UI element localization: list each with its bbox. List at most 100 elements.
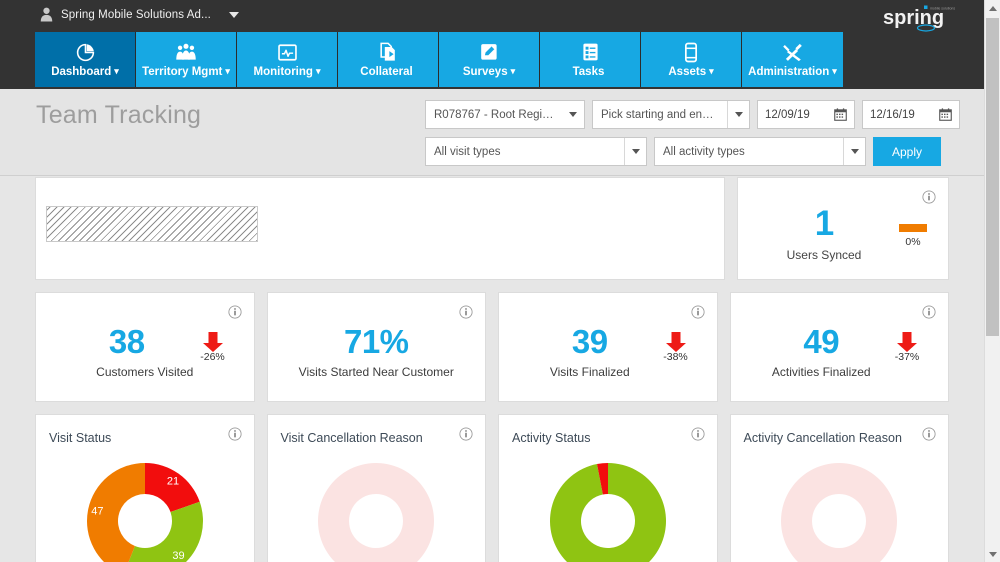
apply-button[interactable]: Apply bbox=[873, 137, 941, 166]
info-icon[interactable] bbox=[227, 305, 242, 319]
info-icon[interactable] bbox=[922, 305, 936, 319]
date-range-select[interactable]: Pick starting and ending d... bbox=[592, 100, 750, 129]
kpi-delta: -38% bbox=[663, 351, 688, 363]
chart-card-visit-status: Visit Status 21 39 47 bbox=[35, 414, 255, 562]
flat-trend-icon bbox=[899, 224, 927, 232]
info-icon[interactable] bbox=[227, 427, 242, 441]
nav-tab-assets[interactable]: Assets ▾ bbox=[641, 32, 742, 87]
nav-tab-surveys[interactable]: Surveys ▾ bbox=[439, 32, 540, 87]
svg-text:mobile solutions: mobile solutions bbox=[930, 7, 955, 11]
kpi-card-visits-finalized: 39 Visits Finalized -38% bbox=[498, 292, 718, 402]
users-synced-card: 1 Users Synced 0% bbox=[737, 177, 949, 280]
donut-chart: 48 bbox=[499, 459, 717, 562]
users-synced-delta: 0% bbox=[905, 236, 921, 248]
donut-chart bbox=[268, 459, 486, 562]
nav-tab-collateral[interactable]: Collateral bbox=[338, 32, 439, 87]
page-header: Team Tracking R078767 - Root Region > ..… bbox=[0, 89, 984, 176]
activity-types-select-value: All activity types bbox=[663, 145, 745, 158]
chart-title: Visit Status bbox=[49, 431, 112, 445]
calendar-icon[interactable] bbox=[834, 108, 847, 121]
donut-slice-label: 47 bbox=[91, 506, 103, 518]
nav-tab-territory-mgmt[interactable]: Territory Mgmt ▾ bbox=[136, 32, 237, 87]
dashboard-content: 1 Users Synced 0% 38 Customers Visited -… bbox=[0, 177, 984, 562]
people-icon bbox=[175, 42, 197, 63]
kpi-label: Visits Started Near Customer bbox=[298, 365, 454, 379]
kpi-label: Visits Finalized bbox=[549, 365, 630, 379]
end-date-value: 12/16/19 bbox=[870, 108, 915, 121]
activity-types-select[interactable]: All activity types bbox=[654, 137, 866, 166]
kpi-card-customers-visited: 38 Customers Visited -26% bbox=[35, 292, 255, 402]
info-icon[interactable] bbox=[690, 427, 705, 441]
nav-tab-label: Dashboard ▾ bbox=[51, 65, 119, 78]
start-date-input[interactable]: 12/09/19 bbox=[757, 100, 855, 129]
donut-chart: 21 39 47 bbox=[36, 459, 254, 562]
tools-icon bbox=[782, 42, 804, 63]
documents-icon bbox=[378, 42, 398, 63]
users-synced-label: Users Synced bbox=[786, 248, 862, 262]
map-placeholder-card bbox=[35, 177, 725, 280]
donut-slice[interactable] bbox=[123, 501, 203, 562]
region-select-value: R078767 - Root Region > ... bbox=[434, 108, 562, 121]
trend-down-arrow-icon bbox=[202, 332, 223, 352]
content-row-2: 38 Customers Visited -26% 71% Visits Sta… bbox=[35, 292, 949, 402]
nav-tab-tasks[interactable]: Tasks bbox=[540, 32, 641, 87]
visit-types-select-value: All visit types bbox=[434, 145, 501, 158]
nav-tab-label: Monitoring ▾ bbox=[253, 65, 321, 78]
chevron-down-icon bbox=[843, 138, 865, 165]
info-icon[interactable] bbox=[922, 190, 936, 204]
info-icon[interactable] bbox=[459, 305, 473, 319]
visit-types-select[interactable]: All visit types bbox=[425, 137, 647, 166]
chevron-down-icon[interactable] bbox=[228, 11, 239, 18]
chart-card-visit-cancellation-reason: Visit Cancellation Reason bbox=[266, 414, 486, 562]
pie-chart-icon bbox=[75, 42, 96, 63]
scroll-down-arrow-icon[interactable] bbox=[985, 546, 1000, 562]
donut-slice[interactable] bbox=[318, 463, 435, 562]
page-scrollbar[interactable] bbox=[984, 0, 1000, 562]
kpi-value: 71% bbox=[343, 323, 409, 360]
donut-slice[interactable] bbox=[781, 463, 898, 562]
filter-row-top: R078767 - Root Region > ... Pick startin… bbox=[425, 100, 960, 129]
scrollbar-thumb[interactable] bbox=[986, 18, 999, 336]
info-icon[interactable] bbox=[459, 427, 473, 441]
nav-tab-label: Collateral bbox=[360, 65, 413, 78]
chevron-down-icon bbox=[624, 138, 646, 165]
kpi-card-activities-finalized: 49 Activities Finalized -37% bbox=[729, 292, 949, 402]
spring-logo: spring mobile solutions bbox=[883, 5, 955, 32]
page-title: Team Tracking bbox=[36, 101, 202, 129]
chevron-down-icon bbox=[727, 101, 749, 128]
donut-slice-label: 39 bbox=[172, 550, 184, 562]
nav-tab-dashboard[interactable]: Dashboard ▾ bbox=[35, 32, 136, 87]
kpi-label: Activities Finalized bbox=[771, 365, 871, 379]
nav-tab-monitoring[interactable]: Monitoring ▾ bbox=[237, 32, 338, 87]
nav-tab-label: Assets ▾ bbox=[668, 65, 714, 78]
nav-tab-label: Surveys ▾ bbox=[462, 65, 516, 78]
info-icon[interactable] bbox=[690, 305, 705, 319]
kpi-delta: -37% bbox=[894, 351, 920, 363]
chart-title: Activity Status bbox=[512, 431, 591, 445]
content-row-1: 1 Users Synced 0% bbox=[35, 177, 949, 280]
chart-card-activity-cancellation-reason: Activity Cancellation Reason bbox=[729, 414, 949, 562]
scroll-up-arrow-icon[interactable] bbox=[985, 0, 1000, 16]
start-date-value: 12/09/19 bbox=[765, 108, 810, 121]
kpi-label: Customers Visited bbox=[96, 365, 194, 379]
info-icon[interactable] bbox=[922, 427, 936, 441]
device-icon bbox=[683, 42, 699, 63]
user-icon bbox=[40, 7, 53, 22]
checklist-icon bbox=[581, 42, 600, 63]
trend-down-arrow-icon bbox=[897, 332, 917, 352]
end-date-input[interactable]: 12/16/19 bbox=[862, 100, 960, 129]
nav-tab-label: Territory Mgmt ▾ bbox=[142, 65, 230, 78]
user-menu[interactable]: Spring Mobile Solutions Ad... bbox=[0, 0, 239, 29]
hatched-placeholder bbox=[46, 206, 258, 242]
user-name-label: Spring Mobile Solutions Ad... bbox=[61, 8, 211, 21]
chart-title: Activity Cancellation Reason bbox=[743, 431, 902, 445]
monitor-pulse-icon bbox=[277, 42, 298, 63]
calendar-icon[interactable] bbox=[939, 108, 952, 121]
content-row-3: Visit Status 21 39 47 Visit Cancellation R… bbox=[35, 414, 949, 562]
nav-tab-label: Tasks bbox=[572, 65, 605, 78]
app-root: Spring Mobile Solutions Ad... spring mob… bbox=[0, 0, 1000, 562]
kpi-card-visits-started-near-customer: 71% Visits Started Near Customer bbox=[266, 292, 486, 402]
nav-tab-administration[interactable]: Administration ▾ bbox=[742, 32, 843, 87]
donut-chart bbox=[731, 459, 949, 562]
region-select[interactable]: R078767 - Root Region > ... bbox=[425, 100, 585, 129]
